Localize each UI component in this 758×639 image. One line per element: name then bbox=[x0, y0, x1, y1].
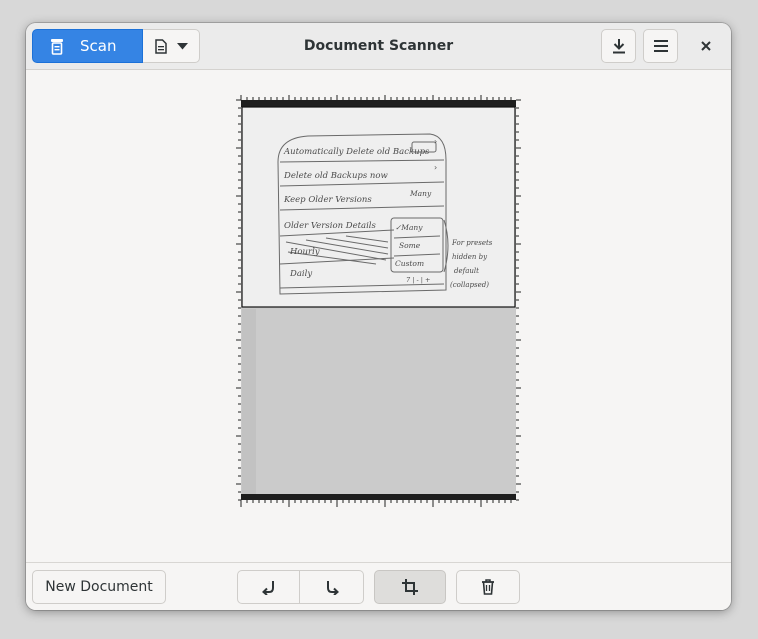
sketch-option: Some bbox=[399, 241, 421, 250]
sketch-chevron: › bbox=[434, 163, 437, 172]
scanner-bed bbox=[242, 309, 515, 494]
close-button[interactable] bbox=[693, 33, 719, 59]
sketch-option: Custom bbox=[395, 259, 424, 268]
action-bar: New Document bbox=[26, 562, 731, 610]
scan-edge-top bbox=[241, 100, 516, 107]
sketch-line: Delete old Backups now bbox=[283, 171, 389, 181]
download-icon bbox=[612, 38, 626, 54]
sketch-note: (collapsed) bbox=[450, 281, 489, 289]
sketch-note: For presets bbox=[451, 239, 493, 247]
sketch-paper bbox=[242, 107, 515, 307]
header-bar: Scan Document Scanner bbox=[26, 23, 731, 70]
rotate-right-button[interactable] bbox=[300, 570, 364, 604]
scan-edge-bottom bbox=[241, 494, 516, 500]
new-document-button[interactable]: New Document bbox=[32, 570, 166, 604]
sketch-line: Hourly bbox=[289, 247, 320, 257]
close-icon bbox=[701, 41, 711, 51]
sketch-line: Keep Older Versions bbox=[283, 195, 372, 205]
sketch-note: default bbox=[454, 267, 479, 275]
sketch-line: Daily bbox=[289, 269, 312, 279]
rotate-left-icon bbox=[261, 579, 277, 595]
scanned-page-preview[interactable]: Automatically Delete old Backups Delete … bbox=[26, 70, 731, 564]
main-menu-button[interactable] bbox=[643, 29, 678, 63]
sketch-chevron: › bbox=[434, 137, 437, 146]
new-document-label: New Document bbox=[45, 579, 153, 595]
sketch-line: Older Version Details bbox=[284, 221, 377, 231]
sketch-daily-value: 7 | - | + bbox=[406, 276, 430, 284]
crop-toggle-button[interactable] bbox=[374, 570, 446, 604]
crop-icon bbox=[402, 579, 418, 595]
rotate-left-button[interactable] bbox=[237, 570, 300, 604]
sketch-line: Automatically Delete old Backups bbox=[283, 147, 430, 157]
sketch-note: hidden by bbox=[452, 253, 488, 261]
hamburger-menu-icon bbox=[653, 40, 668, 52]
sketch-option: ✓Many bbox=[395, 223, 423, 232]
document-scanner-window: Scan Document Scanner Automatically Dele… bbox=[26, 23, 731, 610]
delete-page-button[interactable] bbox=[456, 570, 520, 604]
rotate-right-icon bbox=[324, 579, 340, 595]
scan-preview-area: Automatically Delete old Backups Delete … bbox=[26, 70, 731, 563]
download-button[interactable] bbox=[601, 29, 636, 63]
trash-icon bbox=[481, 579, 495, 595]
sketch-dropdown-value: Many bbox=[409, 189, 432, 198]
